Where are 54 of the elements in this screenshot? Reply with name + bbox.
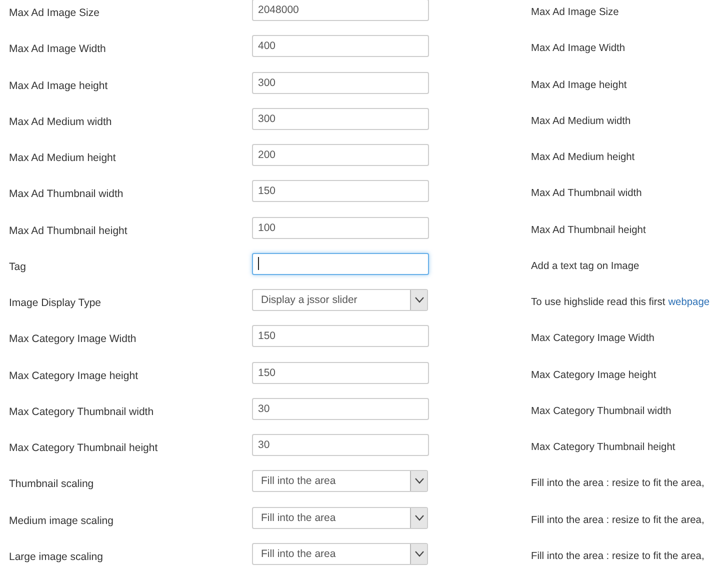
- field-label: Max Ad Medium width: [8, 116, 113, 128]
- field-label: Max Category Thumbnail width: [8, 406, 155, 418]
- webpage-link[interactable]: webpage: [668, 297, 710, 308]
- field-description: Max Ad Image Size: [531, 7, 619, 18]
- input-field[interactable]: 300: [252, 72, 429, 94]
- chevron-down-icon[interactable]: [410, 290, 427, 310]
- field-description: Max Category Image height: [531, 370, 656, 381]
- field-label: Max Ad Medium height: [8, 152, 117, 164]
- field-description: Max Category Thumbnail height: [531, 442, 676, 454]
- input-field[interactable]: 150: [252, 362, 429, 384]
- field-label: Max Ad Image Size: [8, 7, 100, 19]
- input-field[interactable]: 300: [252, 108, 429, 130]
- field-description: Add a text tag on Image: [531, 260, 640, 272]
- input-field[interactable]: 2048000: [252, 0, 429, 21]
- input-field[interactable]: 100: [252, 216, 429, 239]
- dropdown[interactable]: Fill into the area: [252, 506, 428, 529]
- field-label: Tag: [8, 260, 27, 273]
- field-label: Max Category Image Width: [8, 333, 138, 346]
- text-cursor: [258, 257, 259, 270]
- input-field[interactable]: 150: [252, 180, 429, 202]
- field-description: Max Ad Image height: [531, 80, 627, 91]
- field-label: Medium image scaling: [8, 514, 114, 527]
- field-description: Max Ad Thumbnail height: [531, 224, 646, 236]
- input-field[interactable]: 30: [252, 398, 429, 420]
- field-label: Max Ad Thumbnail width: [8, 188, 124, 200]
- field-description: Max Ad Thumbnail width: [531, 188, 642, 200]
- field-description: Fill into the area : resize to fit the area,: [531, 478, 704, 490]
- field-description: Max Ad Image Width: [531, 43, 625, 54]
- field-label: Max Ad Thumbnail height: [8, 224, 128, 237]
- input-field[interactable]: [252, 252, 429, 275]
- field-description: To use highslide read this first webpage: [531, 297, 710, 308]
- field-label: Image Display Type: [8, 297, 102, 310]
- chevron-down-icon[interactable]: [410, 508, 427, 528]
- dropdown[interactable]: Display a jssor slider: [252, 289, 428, 312]
- input-field[interactable]: 200: [252, 144, 429, 166]
- field-label: Max Ad Image height: [8, 80, 109, 92]
- field-label: Max Ad Image Width: [8, 43, 107, 56]
- field-description: Fill into the area : resize to fit the area,: [531, 514, 704, 526]
- input-field[interactable]: 150: [252, 325, 429, 348]
- field-description: Max Category Image Width: [531, 333, 654, 344]
- field-label: Max Category Thumbnail height: [8, 442, 159, 454]
- field-description: Max Ad Medium height: [531, 152, 635, 164]
- field-description: Max Ad Medium width: [531, 116, 631, 127]
- field-label: Thumbnail scaling: [8, 478, 95, 490]
- field-label: Large image scaling: [8, 550, 104, 563]
- input-field[interactable]: 400: [252, 35, 429, 58]
- chevron-down-icon[interactable]: [410, 471, 427, 492]
- dropdown[interactable]: Fill into the area: [252, 542, 428, 565]
- field-label: Max Category Image height: [8, 370, 139, 382]
- dropdown[interactable]: Fill into the area: [252, 470, 428, 492]
- field-description: Max Category Thumbnail width: [531, 406, 672, 417]
- field-description: Fill into the area : resize to fit the area,: [531, 550, 704, 562]
- input-field[interactable]: 30: [252, 434, 429, 456]
- chevron-down-icon[interactable]: [410, 544, 427, 564]
